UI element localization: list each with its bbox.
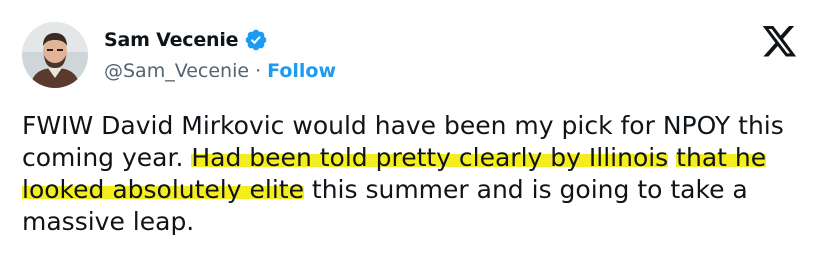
separator-dot: · — [255, 60, 262, 82]
author-name-row: Sam Vecenie — [104, 28, 268, 52]
follow-button[interactable]: Follow — [267, 60, 336, 82]
tweet-card: Sam Vecenie @Sam_Vecenie · Follow FWIW D… — [0, 0, 813, 274]
tweet-text: FWIW David Mirkovic would have been my p… — [22, 110, 797, 238]
author-display-name[interactable]: Sam Vecenie — [104, 29, 239, 51]
avatar[interactable] — [22, 22, 88, 88]
verified-badge-icon — [244, 28, 268, 52]
author-handle[interactable]: @Sam_Vecenie — [104, 60, 249, 82]
x-logo-icon[interactable] — [762, 26, 798, 58]
author-handle-row: @Sam_Vecenie · Follow — [104, 60, 336, 82]
tweet-text-space — [668, 143, 676, 172]
avatar-photo — [22, 22, 88, 88]
tweet-text-highlight: Had been told pretty clearly by Illinois — [191, 143, 669, 172]
